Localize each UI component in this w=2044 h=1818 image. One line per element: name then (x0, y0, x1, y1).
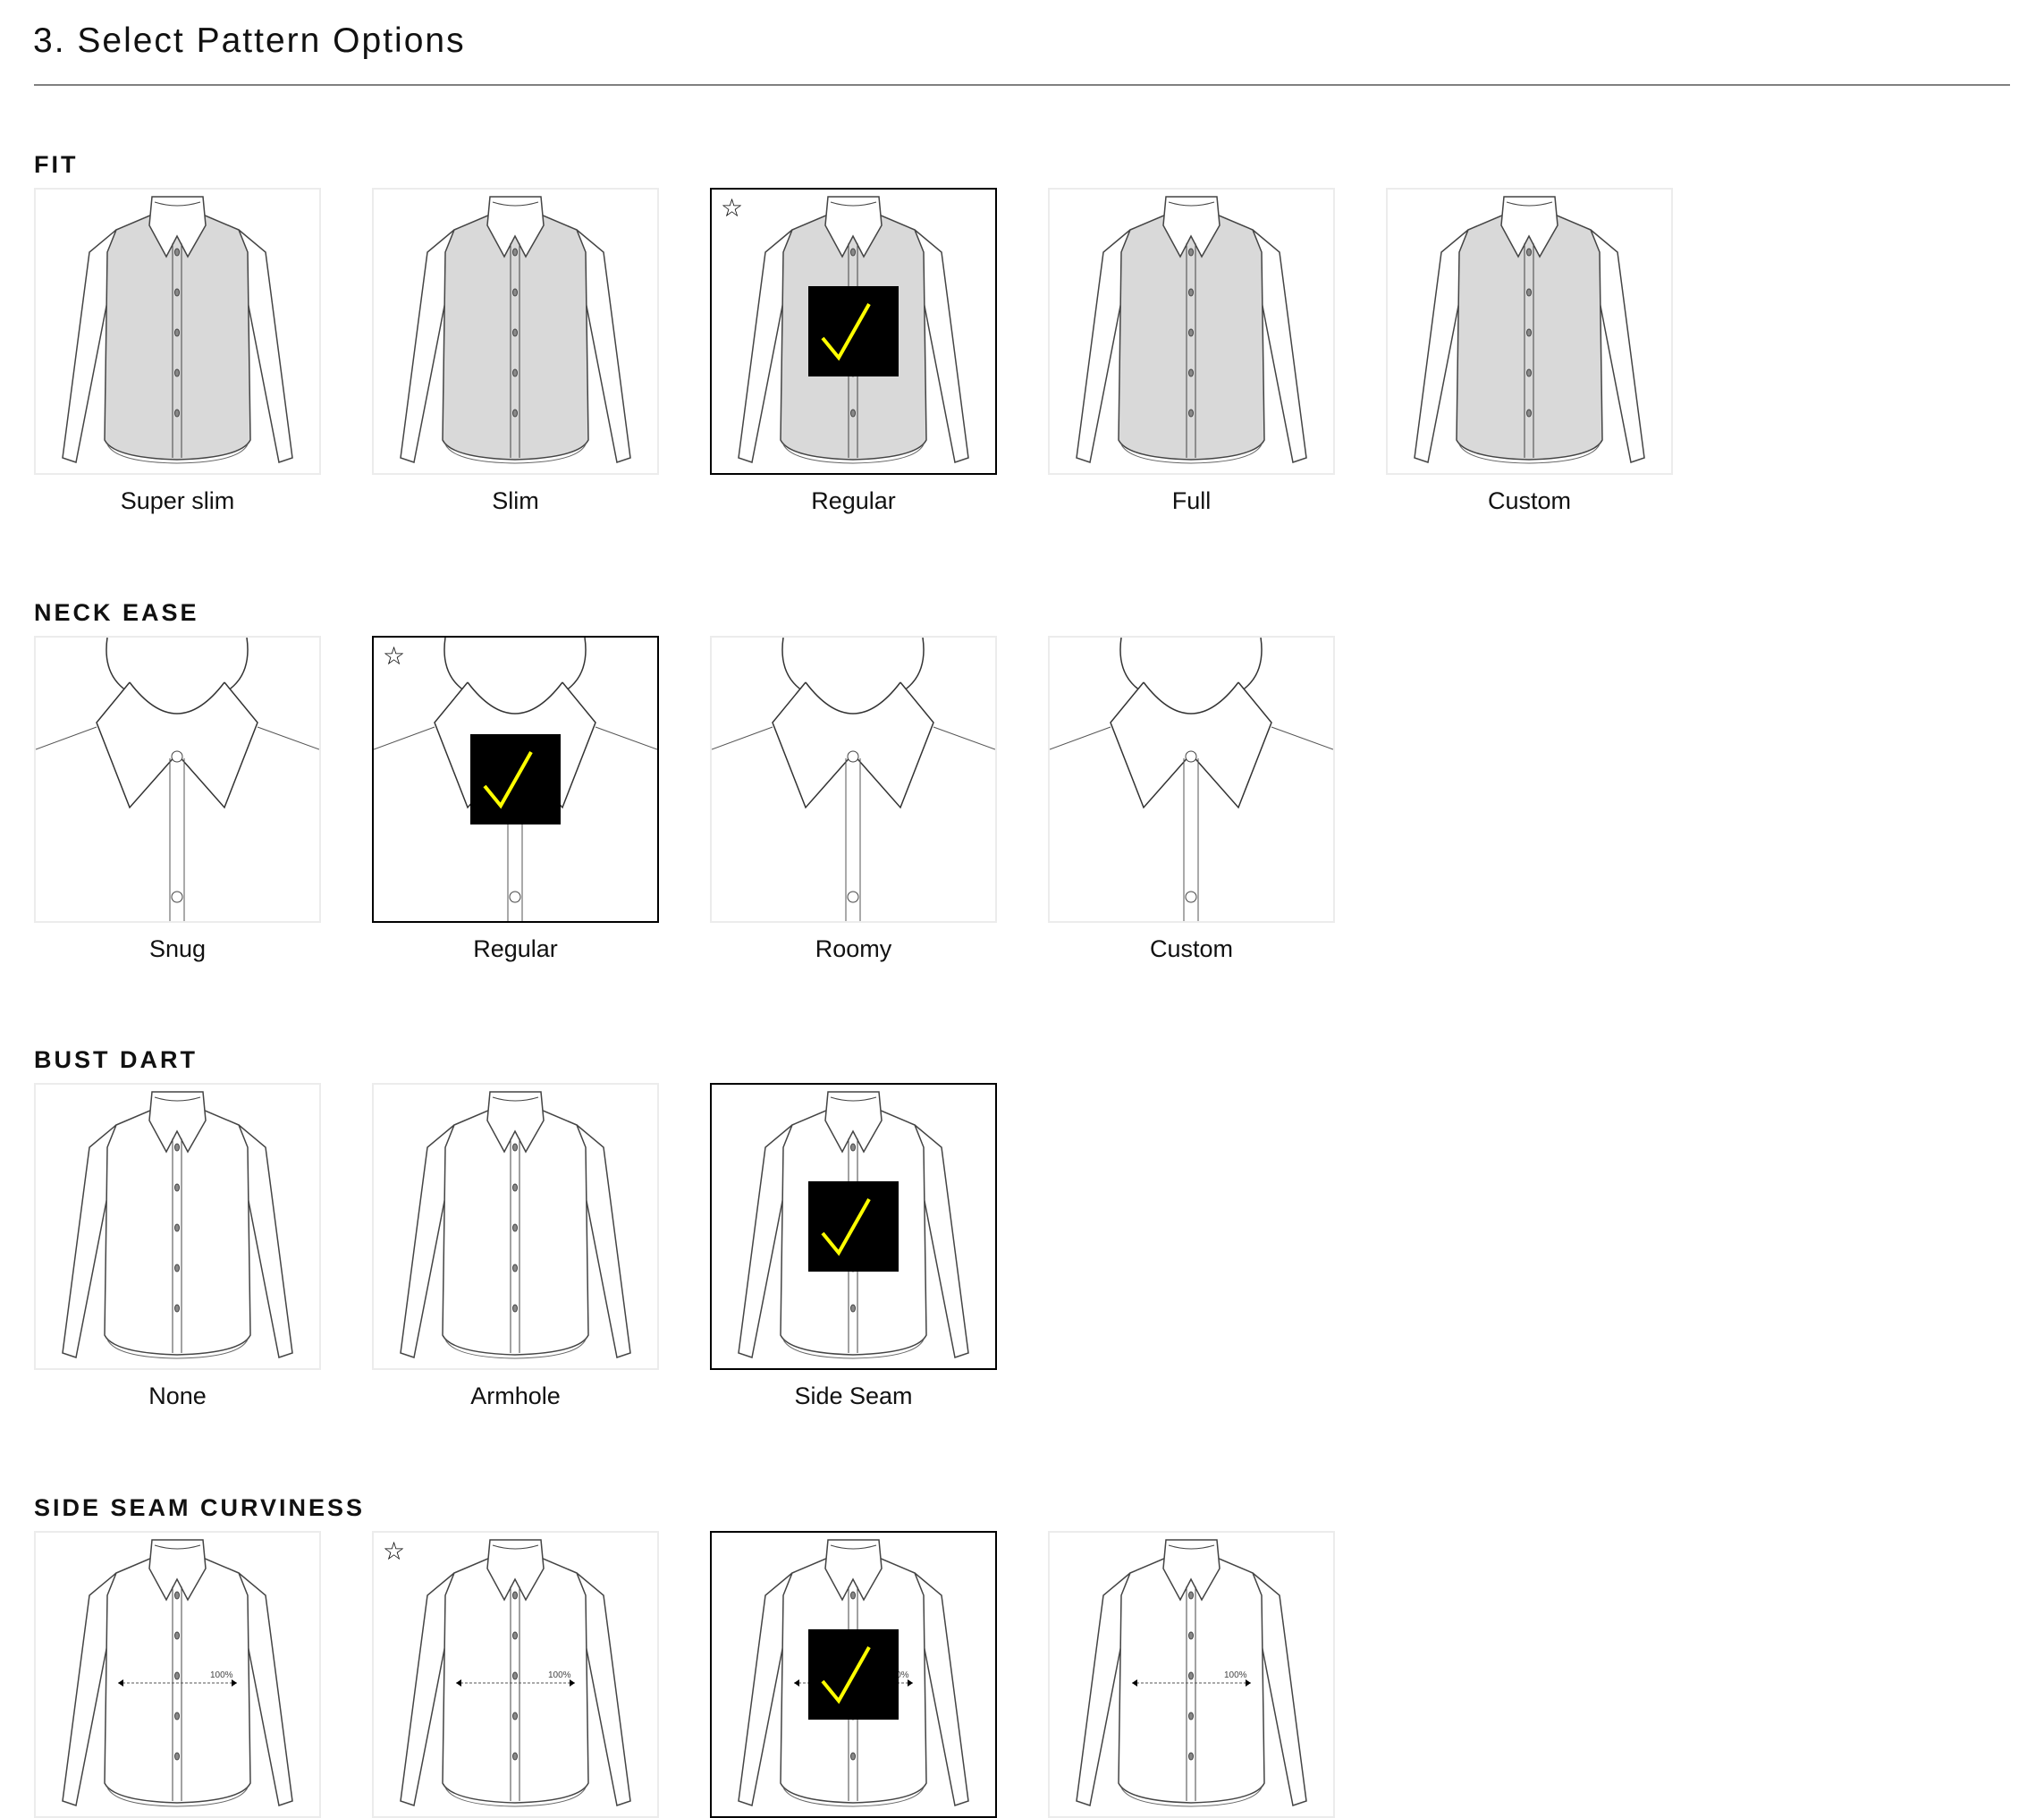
option-card[interactable]: 100% (34, 1531, 321, 1818)
option-label: Custom (1149, 935, 1234, 962)
section-label: SIDE SEAM CURVINESS (34, 1494, 366, 1521)
svg-text:100%: 100% (1224, 1670, 1247, 1680)
page-title: 3. Select Pattern Options (33, 21, 466, 60)
section-label: FIT (34, 151, 79, 178)
option-card[interactable]: Full (1048, 188, 1335, 515)
shirt-illustration: 100% (400, 1539, 631, 1807)
option-tile[interactable]: 100% ☆ (372, 1531, 659, 1818)
shirt-illustration (1414, 196, 1645, 464)
neck-illustration (712, 638, 995, 921)
section-side-seam-curviness: SIDE SEAM CURVINESS 100% 100% ☆ 100% 100% (34, 1494, 1335, 1818)
checkmark-icon (470, 734, 561, 824)
option-tile[interactable]: 100% (34, 1531, 321, 1818)
option-label: Custom (1487, 487, 1572, 514)
option-tile[interactable]: ☆ (372, 636, 659, 923)
star-outline-icon: ☆ (383, 642, 406, 670)
option-label: Super slim (120, 487, 235, 514)
option-tile[interactable] (1048, 636, 1335, 923)
shirt-illustration (62, 196, 293, 464)
option-tile[interactable] (34, 1083, 321, 1370)
shirt-illustration (400, 1091, 631, 1359)
option-card[interactable]: Side Seam (710, 1083, 997, 1410)
checkmark-icon (808, 1181, 899, 1272)
option-label: Roomy (815, 935, 892, 962)
option-tile[interactable]: 100% (710, 1531, 997, 1818)
section-bust-dart: BUST DART None Armhole Side Seam (34, 1046, 997, 1409)
option-card[interactable]: ☆ Regular (372, 636, 659, 963)
shirt-illustration (62, 1091, 293, 1359)
option-label: Side Seam (794, 1383, 913, 1409)
section-fit: FIT Super slim Slim ☆ Regular Full Custom (34, 151, 1673, 514)
option-label: None (148, 1383, 207, 1409)
option-tile[interactable] (710, 636, 997, 923)
option-card[interactable]: Roomy (710, 636, 997, 963)
section-label: BUST DART (34, 1046, 198, 1073)
option-tile[interactable] (1048, 188, 1335, 475)
option-card[interactable]: Slim (372, 188, 659, 515)
option-card[interactable]: Super slim (34, 188, 321, 515)
option-tile[interactable]: ☆ (710, 188, 997, 475)
section-label: NECK EASE (34, 599, 199, 626)
option-tile[interactable] (372, 1083, 659, 1370)
option-card[interactable]: Custom (1048, 636, 1335, 963)
title-divider (34, 84, 2010, 86)
shirt-illustration (1076, 196, 1307, 464)
option-label: Slim (492, 487, 539, 514)
option-label: Armhole (470, 1383, 561, 1409)
option-card[interactable]: ☆ Regular (710, 188, 997, 515)
option-tile[interactable] (34, 188, 321, 475)
option-tile[interactable] (710, 1083, 997, 1370)
star-outline-icon: ☆ (383, 1537, 406, 1565)
star-outline-icon: ☆ (721, 194, 744, 222)
shirt-illustration: 100% (62, 1539, 293, 1807)
option-card[interactable]: 100% (710, 1531, 997, 1818)
option-tile[interactable]: 100% (1048, 1531, 1335, 1818)
svg-text:100%: 100% (548, 1670, 571, 1680)
option-card[interactable]: Snug (34, 636, 321, 963)
shirt-illustration: 100% (1076, 1539, 1307, 1807)
option-tile[interactable] (34, 636, 321, 923)
neck-illustration (1050, 638, 1333, 921)
option-tile[interactable] (372, 188, 659, 475)
option-card[interactable]: Armhole (372, 1083, 659, 1410)
checkmark-icon (808, 286, 899, 376)
option-label: Regular (473, 935, 558, 962)
option-label: Regular (811, 487, 896, 514)
option-card[interactable]: 100% ☆ (372, 1531, 659, 1818)
option-label: Snug (148, 935, 207, 962)
option-tile[interactable] (1386, 188, 1673, 475)
option-card[interactable]: Custom (1386, 188, 1673, 515)
option-card[interactable]: 100% (1048, 1531, 1335, 1818)
svg-text:100%: 100% (210, 1670, 233, 1680)
option-card[interactable]: None (34, 1083, 321, 1410)
checkmark-icon (808, 1629, 899, 1720)
section-neck-ease: NECK EASE Snug ☆ Regular Roomy Custom (34, 599, 1335, 962)
neck-illustration (36, 638, 319, 921)
shirt-illustration (400, 196, 631, 464)
option-label: Full (1171, 487, 1212, 514)
